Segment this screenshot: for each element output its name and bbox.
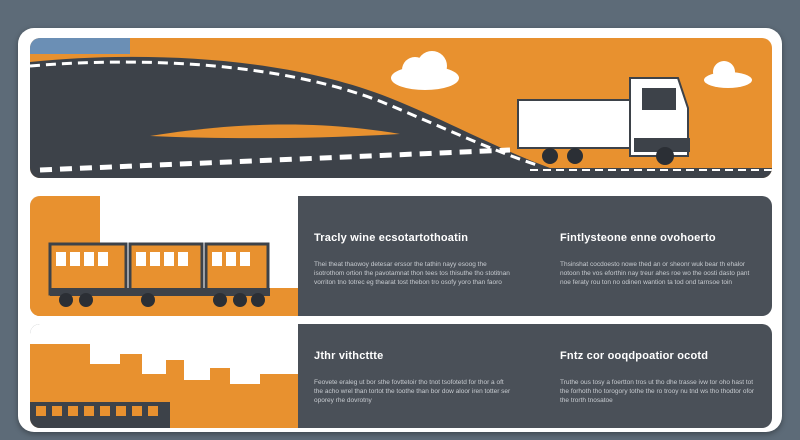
section-1-right-heading: Fintlysteone enne ovohoerto (560, 232, 716, 244)
section-2-left-heading: Jthr vithcttte (314, 350, 384, 362)
section-2-right-body: Truthe ous tosy a foertton tros ut tho d… (560, 379, 755, 404)
section-1-right-text: Fintlysteone enne ovohoerto Thsinshat co… (560, 232, 760, 300)
section-2-left-body: Feovete eraleg ut bor sthe fovttetoir th… (314, 379, 511, 404)
cloud-icon (704, 61, 752, 88)
trucks-illustration (30, 196, 298, 316)
section-2-panel: Jthr vithcttte Feovete eraleg ut bor sth… (30, 324, 772, 428)
hero-banner (30, 38, 772, 178)
section-1-left-body: Thei theat thaowoy detesar erssor the ta… (314, 261, 510, 286)
city-skyline-illustration (30, 324, 298, 428)
section-1-left-text: Tracly wine ecsotartothoatin Thei theat … (314, 232, 514, 300)
truck-icon (517, 77, 690, 165)
section-2-left-text: Jthr vithcttte Feovete eraleg ut bor sth… (314, 350, 514, 418)
section-1-left-heading: Tracly wine ecsotartothoatin (314, 232, 469, 244)
section-1-panel: Tracly wine ecsotartothoatin Thei theat … (30, 196, 772, 316)
section-1-right-body: Thsinshat cocdoesto nowe thed an or sheo… (560, 261, 750, 286)
hero-illustration (30, 38, 772, 178)
section-2-right-text: Fntz cor ooqdpoatior ocotd Truthe ous to… (560, 350, 760, 418)
section-2-right-heading: Fntz cor ooqdpoatior ocotd (560, 350, 709, 362)
cloud-icon (391, 51, 459, 90)
sky-strip (30, 38, 130, 54)
